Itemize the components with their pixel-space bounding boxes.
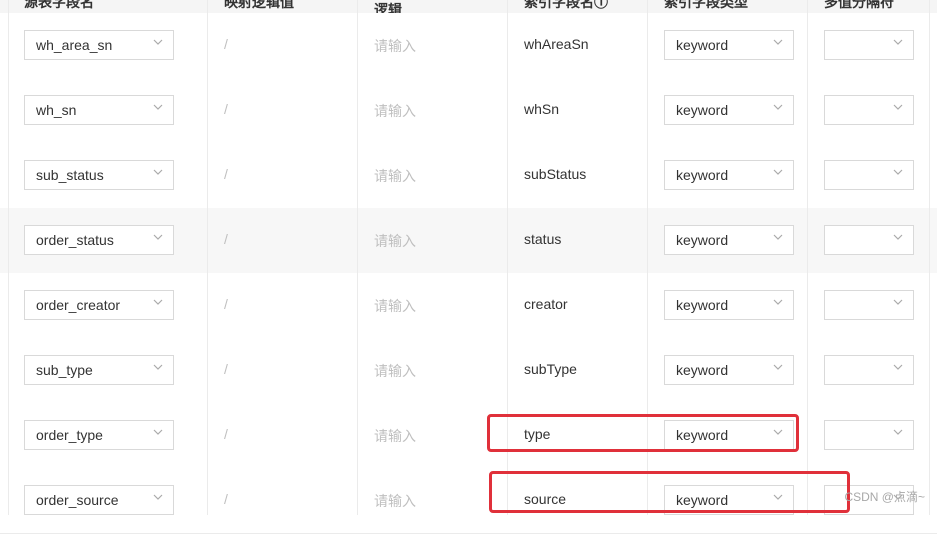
table-row: wh_area_sn / 请输入 whAreaSn keyword — [0, 13, 937, 79]
source-field-value: order_type — [36, 427, 103, 443]
header-source-field: 源表字段名 — [24, 0, 94, 10]
column-divider — [8, 0, 9, 515]
source-field-select[interactable]: order_status — [24, 225, 174, 255]
chevron-down-icon — [773, 102, 783, 112]
default-value-text: / — [224, 101, 228, 117]
chevron-down-icon — [773, 232, 783, 242]
source-field-value: order_creator — [36, 297, 121, 313]
table-row: sub_status / 请输入 subStatus keyword — [0, 143, 937, 209]
source-field-value: wh_sn — [36, 102, 77, 118]
separator-select[interactable] — [824, 95, 914, 125]
field-type-select[interactable]: keyword — [664, 95, 794, 125]
header-default-value: 映射逻辑值 — [224, 0, 294, 10]
logic-input[interactable]: 请输入 — [374, 361, 416, 381]
default-value-text: / — [224, 426, 228, 442]
separator-select[interactable] — [824, 355, 914, 385]
default-value-text: / — [224, 296, 228, 312]
source-field-select[interactable]: wh_area_sn — [24, 30, 174, 60]
target-field-text: whSn — [524, 101, 560, 117]
chevron-down-icon — [893, 102, 903, 112]
header-extra: 多值分隔符 — [824, 0, 894, 10]
highlight-box-type — [487, 414, 799, 452]
field-type-value: keyword — [676, 167, 729, 183]
chevron-down-icon — [153, 362, 163, 372]
source-field-select[interactable]: order_creator — [24, 290, 174, 320]
default-value-text: / — [224, 231, 228, 247]
column-divider — [807, 0, 808, 515]
target-field-text: subStatus — [524, 166, 587, 182]
separator-select[interactable] — [824, 225, 914, 255]
chevron-down-icon — [153, 297, 163, 307]
chevron-down-icon — [893, 297, 903, 307]
chevron-down-icon — [893, 232, 903, 242]
separator-select[interactable] — [824, 290, 914, 320]
source-field-value: sub_status — [36, 167, 104, 183]
separator-select[interactable] — [824, 30, 914, 60]
chevron-down-icon — [893, 37, 903, 47]
source-field-value: wh_area_sn — [36, 37, 113, 53]
source-field-select[interactable]: wh_sn — [24, 95, 174, 125]
column-divider — [929, 0, 930, 515]
field-type-select[interactable]: keyword — [664, 290, 794, 320]
chevron-down-icon — [893, 427, 903, 437]
chevron-down-icon — [773, 167, 783, 177]
default-value-text: / — [224, 166, 228, 182]
logic-input[interactable]: 请输入 — [374, 166, 416, 186]
field-type-select[interactable]: keyword — [664, 225, 794, 255]
default-value-text: / — [224, 36, 228, 52]
chevron-down-icon — [893, 362, 903, 372]
field-type-value: keyword — [676, 37, 729, 53]
default-value-text: / — [224, 361, 228, 377]
header-target-field: 索引字段名① — [524, 0, 608, 10]
separator-select[interactable] — [824, 160, 914, 190]
field-type-select[interactable]: keyword — [664, 160, 794, 190]
logic-input[interactable]: 请输入 — [374, 491, 416, 511]
source-field-select[interactable]: sub_type — [24, 355, 174, 385]
source-field-select[interactable]: order_source — [24, 485, 174, 515]
chevron-down-icon — [773, 297, 783, 307]
chevron-down-icon — [773, 37, 783, 47]
field-type-value: keyword — [676, 102, 729, 118]
separator-select[interactable] — [824, 420, 914, 450]
logic-input[interactable]: 请输入 — [374, 36, 416, 56]
chevron-down-icon — [153, 427, 163, 437]
target-field-text: creator — [524, 296, 568, 312]
chevron-down-icon — [153, 102, 163, 112]
source-field-select[interactable]: order_type — [24, 420, 174, 450]
logic-input[interactable]: 请输入 — [374, 231, 416, 251]
default-value-text: / — [224, 491, 228, 507]
source-field-value: order_status — [36, 232, 114, 248]
source-field-value: order_source — [36, 492, 119, 508]
field-type-value: keyword — [676, 297, 729, 313]
table-row: order_status / 请输入 status keyword — [0, 208, 937, 274]
field-type-select[interactable]: keyword — [664, 355, 794, 385]
target-field-text: subType — [524, 361, 577, 377]
chevron-down-icon — [773, 362, 783, 372]
chevron-down-icon — [153, 167, 163, 177]
field-mapping-table: 源表字段名 映射逻辑值 逻辑 索引字段名① 索引字段类型 多值分隔符 wh_ar… — [0, 0, 937, 534]
table-row: sub_type / 请输入 subType keyword — [0, 338, 937, 404]
logic-input[interactable]: 请输入 — [374, 296, 416, 316]
field-type-select[interactable]: keyword — [664, 30, 794, 60]
source-field-select[interactable]: sub_status — [24, 160, 174, 190]
target-field-text: status — [524, 231, 562, 247]
target-field-text: whAreaSn — [524, 36, 589, 52]
highlight-box-source — [489, 471, 850, 513]
logic-input[interactable]: 请输入 — [374, 426, 416, 446]
column-divider — [207, 0, 208, 515]
chevron-down-icon — [153, 492, 163, 502]
watermark: CSDN @点滴~ — [844, 490, 925, 504]
column-divider — [357, 0, 358, 515]
logic-input[interactable]: 请输入 — [374, 101, 416, 121]
chevron-down-icon — [153, 37, 163, 47]
chevron-down-icon — [153, 232, 163, 242]
header-field-type: 索引字段类型 — [664, 0, 748, 10]
chevron-down-icon — [893, 167, 903, 177]
source-field-value: sub_type — [36, 362, 93, 378]
field-type-value: keyword — [676, 362, 729, 378]
table-row: wh_sn / 请输入 whSn keyword — [0, 78, 937, 144]
table-row: order_creator / 请输入 creator keyword — [0, 273, 937, 339]
field-type-value: keyword — [676, 232, 729, 248]
